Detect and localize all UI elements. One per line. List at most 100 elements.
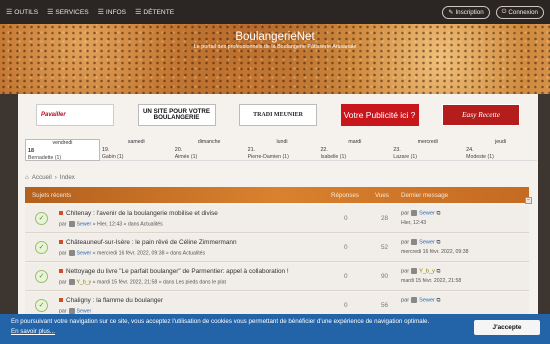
day-person[interactable]: Modeste (1): [466, 154, 494, 160]
topic-author[interactable]: Sewer: [77, 250, 92, 256]
check-icon: ✓: [35, 270, 48, 283]
topic-replies: 0: [344, 215, 348, 222]
last-user[interactable]: Sewer: [419, 239, 435, 245]
day-person[interactable]: Isabelle (1): [320, 154, 346, 160]
nav-services[interactable]: ☰ SERVICES: [47, 8, 89, 17]
day-person[interactable]: Lazare (1): [393, 154, 417, 160]
calendar-day: mardi 22. Isabelle (1): [318, 139, 392, 161]
calendar-day: vendredi 18 Bernadette (1): [25, 139, 100, 161]
ad-text: UN SITE POUR VOTRE BOULANGERIE: [142, 107, 211, 121]
day-person[interactable]: Gabin (1): [102, 154, 124, 160]
nav-outils[interactable]: ☰ OUTILS: [6, 8, 39, 17]
topic-views: 52: [381, 244, 389, 251]
topic-row: ✓ Châteauneuf-sur-Isère : le pain rêvé d…: [25, 234, 529, 262]
topic-meta: par Sewer » Hier, 12:43 » dans Actualités: [59, 221, 163, 227]
top-navbar: ☰ OUTILS ☰ SERVICES ☰ INFOS ☰ DÉTENTE ✎ Inscr…: [0, 0, 550, 24]
ad-text: Votre Publicité ici ?: [343, 109, 416, 120]
day-person[interactable]: Bernadette (1): [28, 155, 61, 161]
user-icon: [68, 250, 75, 256]
last-by: par: [401, 297, 410, 304]
topic-title[interactable]: Chaligny : la flamme du boulanger: [59, 297, 163, 304]
go-to-post-icon[interactable]: ⧉: [437, 210, 441, 216]
user-icon: [411, 210, 418, 216]
user-icon: [411, 268, 418, 274]
topic-row: ✓ Nettoyage du livre "Le parfait boulang…: [25, 263, 529, 291]
user-icon: [68, 221, 75, 227]
topic-title-text[interactable]: Chaligny : la flamme du boulanger: [66, 297, 163, 304]
edit-icon: ✎: [448, 9, 454, 16]
home-icon: ⌂: [25, 174, 29, 181]
calendar-day: mercredi 23. Lazare (1): [391, 139, 465, 161]
last-when: mercredi 16 févr. 2022, 09:38: [401, 249, 469, 256]
day-person[interactable]: Aimée (1): [175, 154, 198, 160]
topic-bullet-icon: [59, 240, 63, 245]
topic-author[interactable]: Y_b_y: [77, 279, 92, 285]
content-panel: Pavailler UN SITE POUR VOTRE BOULANGERIE…: [0, 94, 550, 344]
register-label: Inscription: [455, 8, 484, 16]
day-name: jeudi: [495, 139, 507, 145]
last-by: par: [401, 268, 410, 275]
menu-icon: ☰: [6, 9, 13, 16]
go-to-post-icon[interactable]: ⧉: [437, 239, 441, 245]
ad-banner-1[interactable]: Pavailler: [36, 104, 114, 126]
menu-icon: ☰: [97, 9, 104, 16]
breadcrumb-home[interactable]: Accueil: [32, 174, 52, 181]
last-user[interactable]: Y_b_y: [419, 268, 435, 274]
day-number: 21.: [247, 147, 256, 153]
last-when: Hier, 12:43: [401, 220, 427, 227]
ad-text: Pavailler: [41, 111, 66, 118]
topic-title-text[interactable]: Chitenay : l'avenir de la boulangerie mo…: [66, 210, 218, 217]
nav-detente[interactable]: ☰ DÉTENTE: [135, 8, 175, 17]
topic-views: 56: [381, 302, 389, 309]
breadcrumb-separator: ›: [54, 174, 57, 181]
col-views: Vues: [375, 192, 389, 199]
ad-banner-4[interactable]: Votre Publicité ici ?: [340, 104, 419, 126]
last-user[interactable]: Sewer: [419, 210, 435, 216]
day-number: 20.: [174, 147, 183, 153]
register-button[interactable]: ✎ Inscription: [442, 5, 490, 19]
cookie-more-link[interactable]: En savoir plus...: [11, 328, 55, 335]
go-to-post-icon[interactable]: ⧉: [437, 268, 441, 274]
day-number: 18: [28, 148, 34, 154]
user-icon: [68, 279, 75, 285]
day-person[interactable]: Pierre-Damien (1): [248, 154, 289, 160]
go-to-post-icon[interactable]: ⧉: [437, 297, 441, 303]
topic-meta: par Y_b_y » mardi 15 févr. 2022, 21:58 » …: [59, 279, 226, 285]
calendar-day: dimanche 20. Aimée (1): [172, 139, 246, 161]
topic-title[interactable]: Chitenay : l'avenir de la boulangerie mo…: [59, 210, 218, 217]
calendar-day: samedi 19. Gabin (1): [99, 139, 173, 161]
check-icon: ✓: [35, 241, 48, 254]
meta-suffix: » Hier, 12:43 » dans Actualités: [92, 221, 163, 228]
topic-author[interactable]: Sewer: [77, 221, 92, 227]
site-title[interactable]: BoulangerieNet: [0, 31, 550, 43]
meta-prefix: par: [59, 250, 67, 257]
day-number: 23.: [393, 147, 401, 153]
meta-suffix: » mercredi 16 févr. 2022, 09:38 » dans A…: [92, 250, 206, 257]
col-replies: Réponses: [331, 192, 359, 199]
topic-bullet-icon: [59, 269, 63, 274]
user-icon: [411, 239, 418, 245]
ad-text: TRADI MEUNIER: [253, 111, 303, 118]
topic-title[interactable]: Nettoyage du livre "Le parfait boulanger…: [59, 268, 289, 275]
ad-banner-3[interactable]: TRADI MEUNIER: [239, 104, 317, 126]
topic-views: 28: [381, 215, 389, 222]
collapse-icon[interactable]: −: [525, 197, 532, 204]
topic-title-text[interactable]: Châteauneuf-sur-Isère : le pain rêvé de …: [66, 239, 237, 246]
site-subtitle: Le portail des professionnels de la Boul…: [193, 44, 357, 50]
topic-title[interactable]: Châteauneuf-sur-Isère : le pain rêvé de …: [59, 239, 237, 246]
topic-views: 90: [381, 273, 389, 280]
day-name: samedi: [127, 139, 145, 145]
ad-strip: Pavailler UN SITE POUR VOTRE BOULANGERIE…: [36, 104, 520, 128]
breadcrumb-current[interactable]: Index: [60, 174, 75, 181]
nav-infos[interactable]: ☰ INFOS: [97, 8, 126, 17]
nav-label: OUTILS: [14, 8, 39, 16]
cookie-accept-button[interactable]: J'accepte: [474, 320, 540, 335]
last-user[interactable]: Sewer: [419, 297, 435, 303]
ad-banner-2[interactable]: UN SITE POUR VOTRE BOULANGERIE: [137, 104, 216, 126]
ad-banner-5[interactable]: Easy Recette: [442, 104, 520, 126]
day-name: lundi: [276, 139, 288, 145]
nav-label: DÉTENTE: [143, 8, 175, 16]
login-button[interactable]: ⏻ Connexion: [495, 5, 544, 19]
topics-heading[interactable]: Sujets récents: [32, 192, 71, 199]
topic-title-text[interactable]: Nettoyage du livre "Le parfait boulanger…: [66, 268, 289, 275]
